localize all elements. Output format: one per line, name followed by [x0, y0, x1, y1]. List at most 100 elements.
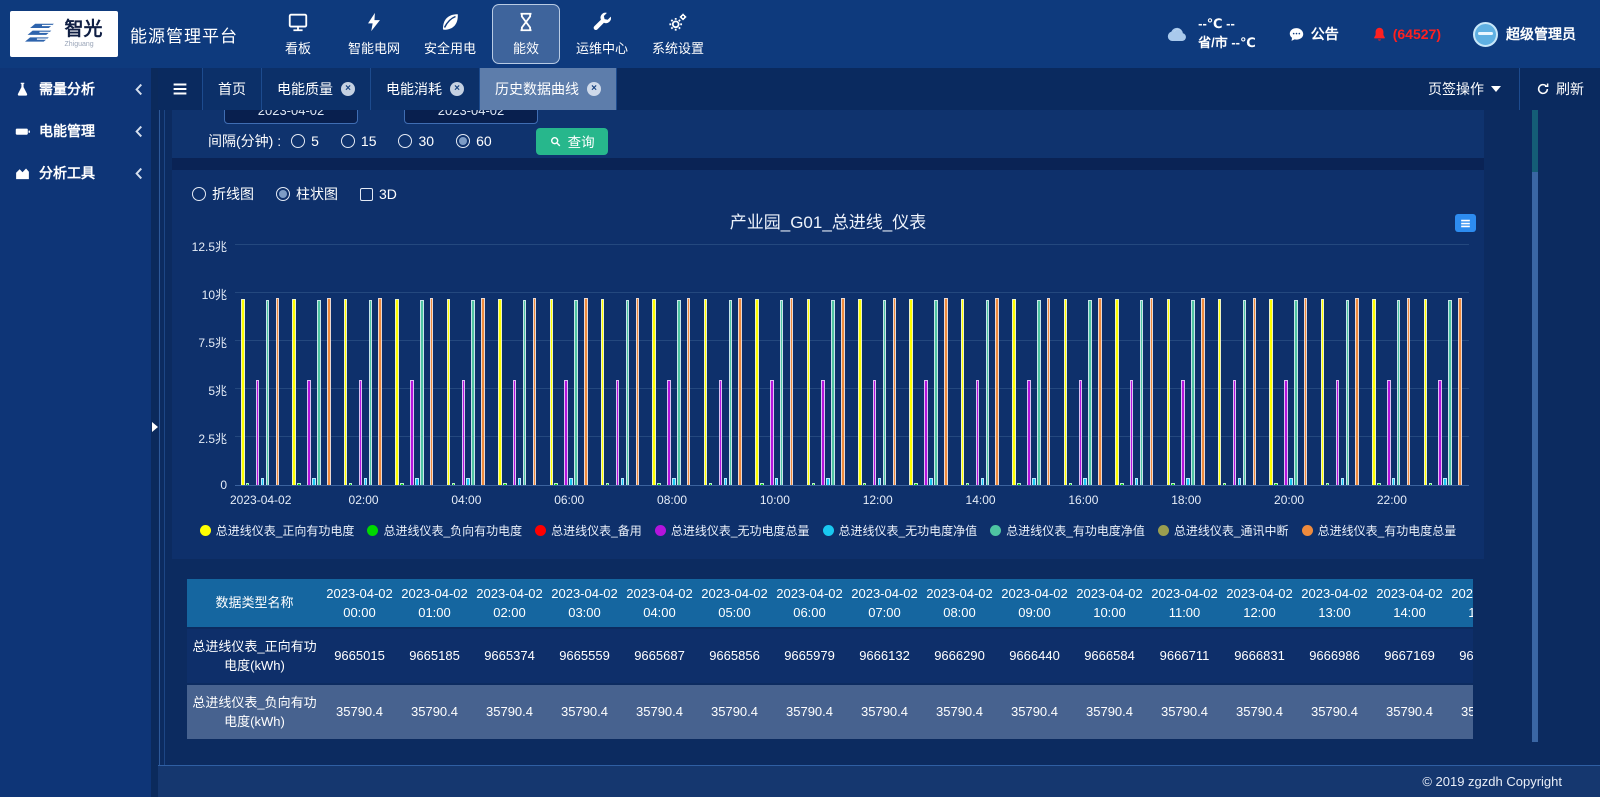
chart-bar: [1037, 300, 1041, 485]
legend-item-1[interactable]: 总进线仪表_负向有功电度: [367, 522, 522, 539]
legend-item-7[interactable]: 总进线仪表_有功电度总量: [1302, 522, 1457, 539]
table-cell: 9665979: [772, 629, 847, 683]
legend-item-4[interactable]: 总进线仪表_无功电度净值: [823, 522, 978, 539]
nav-menu: 看板智能电网安全用电能效 运维中心系统设置: [264, 4, 712, 64]
chart-bar: [1397, 300, 1401, 485]
interval-option-15[interactable]: 15: [341, 133, 377, 149]
chart-bar: [1253, 298, 1257, 485]
table-cell: 35790.4: [847, 685, 922, 739]
chart-toolbox-button[interactable]: [1455, 214, 1476, 232]
gears-icon: [667, 11, 689, 33]
nav-item-safe-power[interactable]: 安全用电: [416, 4, 484, 64]
table-row-label: 总进线仪表_负向有功电度(kWh): [187, 685, 322, 739]
chart-bar: [1069, 483, 1073, 485]
chart-bar: [790, 298, 794, 485]
legend-item-5[interactable]: 总进线仪表_有功电度净值: [990, 522, 1145, 539]
nav-item-energy-efficiency[interactable]: 能效: [492, 4, 560, 64]
legend-item-2[interactable]: 总进线仪表_备用: [535, 522, 642, 539]
tab-power-quality[interactable]: 电能质量 ×: [262, 68, 371, 110]
table-cell: 9666584: [1072, 629, 1147, 683]
date-from-input[interactable]: 2023-04-02: [224, 110, 358, 124]
logo-icon: [25, 20, 59, 48]
tab-operations-label: 页签操作: [1428, 79, 1484, 99]
menu-toggle-button[interactable]: [158, 68, 203, 110]
interval-option-60[interactable]: 60: [456, 133, 492, 149]
table-row-label: 总进线仪表_正向有功电度(kWh): [187, 629, 322, 683]
chart-bar: [929, 478, 933, 485]
chart-bar: [503, 483, 507, 485]
alarm-button[interactable]: (64527): [1371, 26, 1441, 43]
sidebar-item-label: 需量分析: [39, 79, 95, 99]
nav-item-label: 能效: [513, 38, 539, 57]
chart-bar: [1223, 483, 1227, 485]
table-cell: 9665687: [622, 629, 697, 683]
refresh-button[interactable]: 刷新: [1519, 68, 1600, 110]
y-axis-label: 0: [173, 478, 227, 492]
sidebar-item-analysis-tools[interactable]: 分析工具: [0, 152, 158, 194]
x-axis-label: 2023-04-02: [230, 493, 291, 507]
logo: 智光 Zhiguang: [10, 11, 118, 57]
weather-widget: --℃ -- 省/市 --℃: [1163, 15, 1256, 53]
chart-bar: [893, 298, 897, 485]
tab-close-icon[interactable]: ×: [587, 82, 601, 96]
battery-icon: [14, 123, 31, 140]
chart-bar: [276, 298, 280, 485]
legend-dot: [655, 525, 666, 536]
date-to-input[interactable]: 2023-04-02: [404, 110, 538, 124]
tab-close-icon[interactable]: ×: [450, 82, 464, 96]
notice-button[interactable]: 公告: [1288, 24, 1339, 44]
chart-bar: [307, 380, 311, 485]
chart-type-bar[interactable]: 柱状图: [276, 184, 338, 204]
tab-energy-consumption[interactable]: 电能消耗×: [371, 68, 480, 110]
chart-bar: [395, 299, 399, 485]
chart-bar: [995, 298, 999, 485]
checkbox-icon: [360, 188, 373, 201]
chart-bar: [1140, 300, 1144, 485]
legend-item-0[interactable]: 总进线仪表_正向有功电度: [200, 522, 355, 539]
sidebar-item-label: 分析工具: [39, 163, 95, 183]
tab-operations-dropdown[interactable]: 页签操作: [1410, 68, 1519, 110]
x-axis-label: 06:00: [554, 493, 584, 507]
chart-bar: [1238, 478, 1242, 485]
sidebar-item-demand-analysis[interactable]: 需量分析: [0, 68, 158, 110]
legend-label: 总进线仪表_备用: [551, 522, 642, 539]
user-menu[interactable]: 超级管理员: [1473, 22, 1576, 47]
chart-bar: [626, 300, 630, 485]
chart-bar: [831, 300, 835, 485]
chart-type-line[interactable]: 折线图: [192, 184, 254, 204]
interval-option-30[interactable]: 30: [398, 133, 434, 149]
chart-bar: [841, 298, 845, 485]
tab-label: 电能质量: [277, 79, 333, 99]
chart-bar: [1047, 298, 1051, 485]
chart-bar: [667, 380, 671, 485]
legend-dot: [1302, 525, 1313, 536]
vertical-scrollbar[interactable]: [1532, 110, 1538, 742]
search-button[interactable]: 查询: [536, 128, 608, 155]
chart-bar: [1321, 299, 1325, 485]
nav-item-ops-center[interactable]: 运维中心: [568, 4, 636, 64]
chart-bar: [760, 483, 764, 485]
chart-bar: [1294, 300, 1298, 485]
nav-item-label: 系统设置: [652, 38, 704, 57]
sidebar-item-energy-management[interactable]: 电能管理: [0, 110, 158, 152]
chart-bar: [863, 483, 867, 485]
nav-item-system-settings[interactable]: 系统设置: [644, 4, 712, 64]
tab-history-curve[interactable]: 历史数据曲线×: [480, 68, 617, 110]
legend-item-6[interactable]: 总进线仪表_通讯中断: [1158, 522, 1289, 539]
tab-close-icon[interactable]: ×: [341, 82, 355, 96]
chart-bar: [755, 299, 759, 485]
search-label: 查询: [568, 131, 595, 151]
nav-item-dashboard[interactable]: 看板: [264, 4, 332, 64]
nav-item-smart-grid[interactable]: 智能电网: [340, 4, 408, 64]
legend-item-3[interactable]: 总进线仪表_无功电度总量: [655, 522, 810, 539]
panel-gap: [172, 158, 1484, 170]
chart-bar: [775, 478, 779, 485]
chart-3d-option[interactable]: 3D: [360, 186, 397, 202]
chart-bar: [430, 298, 434, 485]
chart-bar: [1355, 298, 1359, 485]
chart-bar: [1201, 298, 1205, 485]
interval-option-5[interactable]: 5: [291, 133, 319, 149]
chart-bar: [1098, 298, 1102, 485]
tab-home[interactable]: 首页: [203, 68, 262, 110]
scrollbar-thumb[interactable]: [1532, 110, 1538, 172]
